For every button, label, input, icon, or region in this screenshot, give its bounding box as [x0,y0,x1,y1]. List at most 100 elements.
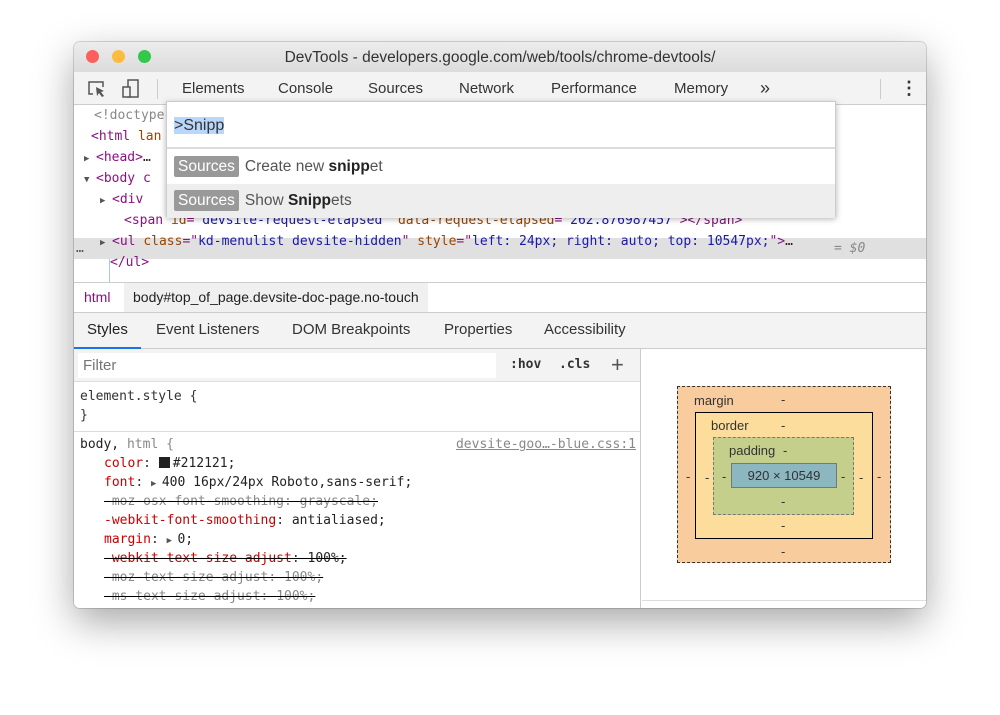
css-property[interactable]: -webkit-text-size-adjust: 100%; [104,549,347,568]
item-match: snipp [328,158,370,175]
css-property-name[interactable]: font [104,475,135,490]
inspect-element-icon[interactable] [87,80,107,98]
dom-node-line[interactable]: </ul> [110,252,149,273]
padding-left: - [722,469,727,484]
category-badge: Sources [174,190,239,211]
expand-shorthand-icon[interactable]: ▶ [167,536,178,546]
collapse-triangle-icon[interactable]: ▼ [84,170,96,191]
border-label: border [711,418,749,433]
minimize-window-button[interactable] [112,50,125,63]
close-window-button[interactable] [86,50,99,63]
dom-node-line[interactable]: ▼ <body c [84,168,151,189]
sidebar-tabs: Styles Event Listeners DOM Breakpoints P… [74,313,926,349]
expand-triangle-icon[interactable]: ▶ [84,149,96,170]
box-border: border - - - - padding - - - - 920 × 105… [695,412,873,539]
command-menu: >Snipp Sources Create new snippet Sources… [166,101,836,218]
css-property-name[interactable]: margin [104,532,151,547]
menu-icon[interactable]: ⋮ [900,72,918,105]
title-bar: DevTools - developers.google.com/web/too… [74,42,926,72]
tab-properties[interactable]: Properties [444,313,512,347]
border-right: - [859,470,864,485]
padding-right: - [841,469,846,484]
dom-node-line[interactable]: ▶ <div [100,189,143,210]
css-property[interactable]: -webkit-font-smoothing: antialiased; [104,511,386,530]
css-property-name[interactable]: -moz-osx-font-smoothing [104,494,284,509]
element-style-selector: element.style { [80,389,198,404]
border-top: - [781,418,786,433]
box-padding: padding - - - - 920 × 10549 [713,437,854,515]
dom-token: <span [124,213,171,228]
item-text: Create new [244,158,329,175]
css-property-value[interactable]: 400 16px/24px Roboto,sans-serif; [162,475,412,490]
css-property-name[interactable]: color [104,456,143,471]
node-actions-ellipsis[interactable]: … [76,238,84,259]
dom-token: left: 24px; right: auto; top: 10547px; [472,234,770,249]
css-property[interactable]: -ms-text-size-adjust: 100%; [104,587,315,606]
css-property-name[interactable]: -webkit-text-size-adjust [104,551,292,566]
border-bottom: - [781,518,786,533]
rule-selector-inactive: html { [119,437,174,452]
dom-token: class [143,234,183,249]
dom-token: " [401,234,418,249]
dom-node-line[interactable]: <html lan [91,126,161,147]
dom-token: <head> [96,150,143,165]
item-match: Snipp [287,192,332,209]
css-property-value[interactable]: antialiased; [292,513,386,528]
css-property-value[interactable]: 100%; [308,551,347,566]
dom-token: … [785,234,793,249]
command-menu-input[interactable]: >Snipp [167,102,835,149]
tab-dom-breakpoints[interactable]: DOM Breakpoints [292,313,410,347]
styles-pane: :hov .cls + element.style { } body, html… [74,349,641,608]
css-property-value[interactable]: #212121; [173,456,236,471]
dom-token: <div [112,192,144,207]
css-property-value[interactable]: 100%; [276,589,315,604]
breadcrumb-body[interactable]: body#top_of_page.devsite-doc-page.no-tou… [124,283,428,312]
dom-node-line[interactable]: ▶ <head>… [84,147,151,168]
command-item-show-snippets[interactable]: Sources Show Snippets [167,184,835,218]
tab-accessibility[interactable]: Accessibility [544,313,626,347]
css-property-name[interactable]: -webkit-font-smoothing [104,513,276,528]
css-property-name[interactable]: -moz-text-size-adjust [104,570,268,585]
padding-bottom: - [781,494,786,509]
padding-label: padding [729,443,776,458]
css-property-value[interactable]: 100%; [284,570,323,585]
css-property-name[interactable]: -ms-text-size-adjust [104,589,261,604]
box-content: 920 × 10549 [731,463,837,488]
css-property[interactable]: -moz-text-size-adjust: 100%; [104,568,323,587]
expand-shorthand-icon[interactable]: ▶ [151,479,162,489]
item-text-rest: ets [331,192,352,209]
command-input-text[interactable]: >Snipp [174,117,225,134]
device-toolbar-icon[interactable] [122,79,140,99]
breadcrumb: html body#top_of_page.devsite-doc-page.n… [74,282,926,313]
new-style-rule-button[interactable]: + [611,352,624,378]
expand-triangle-icon[interactable]: ▶ [100,233,112,254]
color-swatch[interactable] [158,457,170,468]
command-item-create-snippet[interactable]: Sources Create new snippet [167,150,835,184]
dom-node-line[interactable]: ▶ <ul class="kd-menulist devsite-hidden" … [100,231,793,252]
dom-token: kd-menulist devsite-hidden [198,234,402,249]
item-text: Show [244,192,288,209]
tab-event-listeners[interactable]: Event Listeners [156,313,259,347]
stylesheet-link[interactable]: devsite-goo…-blue.css:1 [456,435,636,454]
hover-state-button[interactable]: :hov [510,357,541,372]
expand-triangle-icon[interactable]: ▶ [100,191,112,212]
dom-node-line[interactable]: <!doctype [94,105,164,126]
item-text-rest: et [369,158,383,175]
css-property[interactable]: font: ▶ 400 16px/24px Roboto,sans-serif; [104,473,412,492]
margin-top: - [781,392,786,407]
css-property[interactable]: color: #212121; [104,454,235,473]
margin-label: margin [694,393,734,408]
styles-filter-input[interactable] [78,353,496,378]
breadcrumb-html[interactable]: html [84,283,110,312]
margin-left: - [686,469,691,484]
css-property-value[interactable]: grayscale; [300,494,378,509]
css-property[interactable]: margin: ▶ 0; [104,530,193,549]
tab-styles[interactable]: Styles [74,313,141,349]
dom-token: lan [137,129,162,144]
css-property[interactable]: -moz-osx-font-smoothing: grayscale; [104,492,378,511]
element-style-close: } [80,408,88,423]
category-badge: Sources [174,156,239,177]
maximize-window-button[interactable] [138,50,151,63]
class-toggle-button[interactable]: .cls [559,357,590,372]
css-property-value[interactable]: 0; [177,532,193,547]
